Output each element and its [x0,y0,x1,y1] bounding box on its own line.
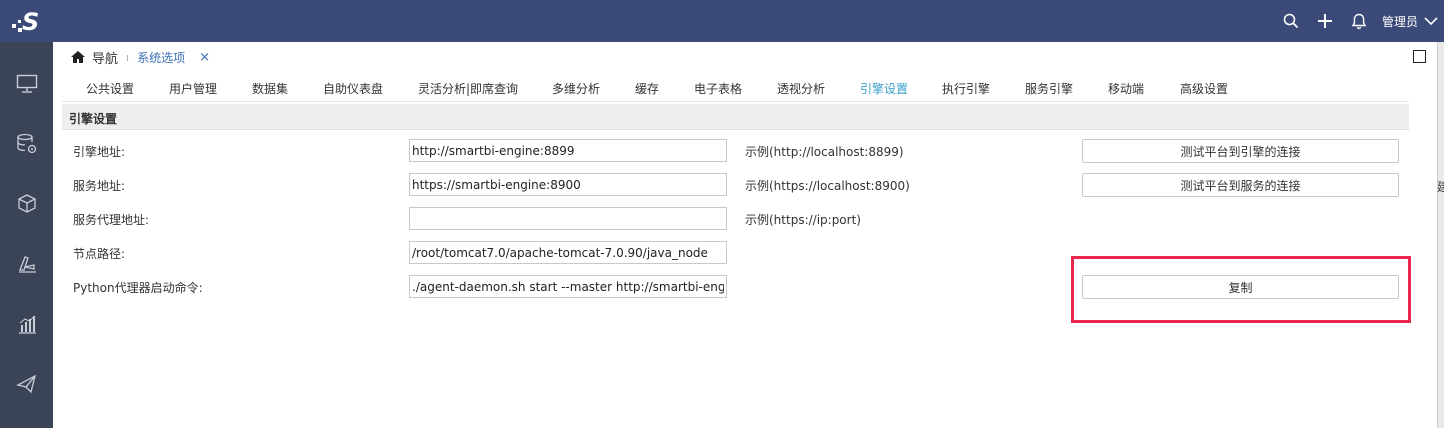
tab-user-management[interactable]: 用户管理 [169,80,217,97]
copy-button[interactable]: 复制 [1082,275,1399,299]
engine-address-input[interactable] [409,139,727,162]
home-icon [71,51,85,63]
tab-mobile[interactable]: 移动端 [1108,80,1144,97]
breadcrumb: 导航 ı 系统选项 × [53,42,1444,72]
tab-flexible-analysis[interactable]: 灵活分析|即席查询 [418,80,518,97]
chevron-down-icon [1424,16,1438,25]
tab-public-settings[interactable]: 公共设置 [86,80,134,97]
service-proxy-input[interactable] [409,207,727,230]
tab-pivot-analysis[interactable]: 透视分析 [777,80,825,97]
node-path-label: 节点路径: [73,247,126,261]
sidebar-item-data[interactable] [0,124,53,164]
logo[interactable]: S [0,0,53,42]
python-agent-command-label: Python代理器启动命令: [73,281,203,295]
service-address-input[interactable] [409,173,727,196]
tab-execution-engine[interactable]: 执行引擎 [942,80,990,97]
tab-dashboard[interactable]: 自助仪表盘 [323,80,383,97]
close-icon[interactable]: × [199,50,210,65]
service-proxy-label: 服务代理地址: [73,213,150,227]
pen-ruler-icon [18,256,36,273]
paper-plane-icon [15,374,36,394]
database-gear-icon [16,133,36,154]
bell-icon[interactable] [1342,0,1376,42]
tab-engine-settings[interactable]: 引擎设置 [860,80,908,97]
section-header: 引擎设置 [62,104,1409,130]
user-label: 管理员 [1381,14,1418,29]
test-engine-connection-button[interactable]: 测试平台到引擎的连接 [1082,139,1399,163]
monitor-icon [16,74,37,93]
top-bar: S 管理员 [0,0,1444,42]
cubes-icon [17,194,36,213]
user-menu[interactable]: 管理员 [1376,0,1444,42]
node-path-input[interactable] [409,241,727,264]
tab-spreadsheet[interactable]: 电子表格 [694,80,742,97]
tab-multidim-analysis[interactable]: 多维分析 [552,80,600,97]
nav-home-label: 导航 [92,51,119,67]
sidebar [0,42,53,428]
sidebar-item-cubes[interactable] [0,184,53,224]
breadcrumb-separator: ı [126,50,130,64]
engine-address-label: 引擎地址: [73,145,126,159]
service-address-label: 服务地址: [73,179,126,193]
sidebar-item-monitor[interactable] [0,64,53,104]
sidebar-item-chart[interactable] [0,304,53,344]
plus-icon[interactable] [1308,0,1342,42]
right-edge-strip: 建 [1437,42,1444,428]
sidebar-item-design[interactable] [0,244,53,284]
settings-tabs: 公共设置 用户管理 数据集 自助仪表盘 灵活分析|即席查询 多维分析 缓存 电子… [62,72,1409,102]
tab-service-engine[interactable]: 服务引擎 [1025,80,1073,97]
section-title: 引擎设置 [69,112,118,126]
logo-icon: S [11,8,39,36]
svg-text:S: S [22,8,39,36]
tab-cache[interactable]: 缓存 [635,80,659,97]
tab-dataset[interactable]: 数据集 [252,80,288,97]
service-address-hint: 示例(https://localhost:8900) [745,179,910,193]
search-icon[interactable] [1274,0,1308,42]
right-edge-glyph: 建 [1437,180,1444,194]
maximize-icon[interactable] [1413,50,1426,63]
sidebar-item-send[interactable] [0,364,53,404]
bar-chart-icon [18,315,36,334]
engine-address-hint: 示例(http://localhost:8899) [745,145,904,159]
tab-advanced-settings[interactable]: 高级设置 [1180,80,1228,97]
breadcrumb-tab-system-options[interactable]: 系统选项 [137,49,185,66]
nav-home[interactable]: 导航 [70,48,118,67]
service-proxy-hint: 示例(https://ip:port) [745,213,861,227]
test-service-connection-button[interactable]: 测试平台到服务的连接 [1082,173,1399,197]
python-agent-command-input[interactable] [409,275,727,298]
